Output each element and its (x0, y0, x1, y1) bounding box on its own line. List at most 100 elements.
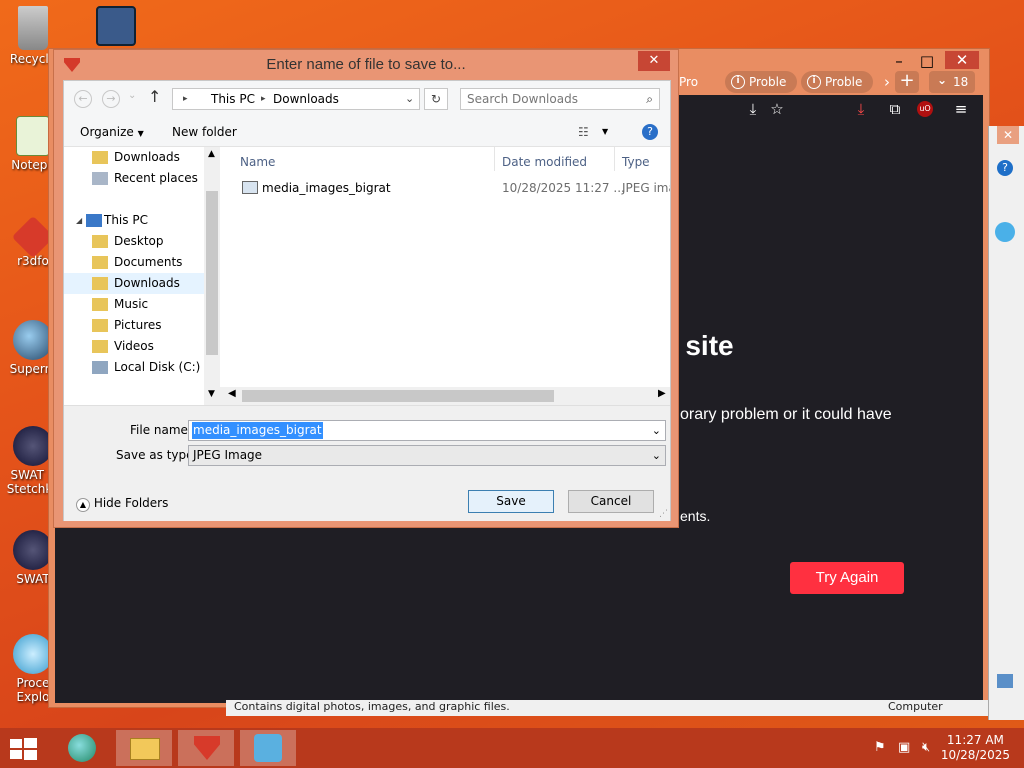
scrollbar-thumb[interactable] (206, 191, 218, 355)
nav-item-downloads-fav[interactable]: Downloads (64, 147, 204, 168)
r3dfox-icon (194, 736, 220, 760)
resize-grip-icon[interactable]: ⋰ (659, 509, 668, 519)
chevron-down-icon[interactable]: ⌄ (652, 421, 661, 440)
desktop-icon-label: SWAT (16, 572, 50, 586)
address-bar[interactable]: ▸ This PC ▸ Downloads ⌄ (172, 88, 420, 110)
browser-tab[interactable]: Pro ✕ (675, 71, 717, 111)
recent-places-icon (92, 172, 108, 185)
forward-arrow-icon[interactable]: → (102, 90, 120, 108)
organize-menu-button[interactable]: Organize ▼ (80, 117, 144, 149)
scroll-down-icon[interactable]: ▼ (208, 389, 215, 399)
tab-list-button[interactable]: ⌄ 18 (929, 71, 975, 93)
file-name-input[interactable]: media_images_bigrat ⌄ (188, 420, 666, 441)
menu-icon[interactable]: ≡ (951, 99, 971, 119)
system-clock[interactable]: 11:27 AM 10/28/2025 (941, 733, 1010, 763)
save-button[interactable]: Save (468, 490, 554, 513)
nav-item-label: Documents (114, 255, 183, 269)
chevron-down-icon[interactable]: ▼ (602, 117, 608, 147)
help-icon[interactable]: ? (642, 124, 658, 140)
star-icon[interactable]: ☆ (767, 99, 787, 119)
background-status-bar: Contains digital photos, images, and gra… (226, 700, 988, 716)
chevron-down-icon: ◢ (76, 216, 83, 225)
maximize-icon[interactable]: □ (917, 51, 937, 71)
breadcrumb-this-pc[interactable]: This PC (211, 89, 255, 109)
close-window-icon[interactable]: ✕ (945, 51, 979, 69)
nav-item-desktop[interactable]: Desktop (64, 231, 204, 252)
desktop-icon-settings[interactable] (88, 6, 144, 48)
browser-tab[interactable]: i Proble (725, 71, 797, 93)
dialog-title: Enter name of file to save to... (266, 56, 466, 73)
nav-item-label: Downloads (114, 276, 180, 290)
scroll-left-icon[interactable]: ◀ (228, 388, 236, 399)
browser-tab[interactable]: i Proble (801, 71, 873, 93)
ublock-icon[interactable]: uO (917, 101, 933, 117)
tab-count: 18 (953, 75, 969, 89)
dialog-close-button[interactable]: ✕ (638, 51, 670, 71)
nav-item-downloads[interactable]: Downloads (64, 273, 204, 294)
column-divider[interactable] (614, 147, 615, 171)
up-arrow-icon[interactable]: ↑ (148, 87, 161, 106)
chevron-right-icon[interactable]: › (877, 72, 897, 92)
nav-item-this-pc[interactable]: ◢ This PC (64, 210, 204, 231)
volume-muted-icon[interactable]: 🔇︎ (922, 740, 930, 755)
action-center-flag-icon[interactable]: ⚑ (874, 740, 886, 755)
view-options-icon[interactable]: ☷ (578, 117, 589, 147)
file-name-value: media_images_bigrat (192, 422, 323, 439)
globe-icon (13, 320, 53, 360)
nav-item-videos[interactable]: Videos (64, 336, 204, 357)
hide-folders-toggle[interactable]: ▲ Hide Folders (76, 496, 168, 512)
scroll-up-icon[interactable]: ▲ (208, 149, 215, 159)
tab-label: Proble (749, 75, 787, 89)
taskbar-item-file-explorer[interactable] (116, 730, 172, 766)
scrollbar-thumb[interactable] (242, 390, 554, 402)
nav-item-documents[interactable]: Documents (64, 252, 204, 273)
taskbar-item-r3dfox[interactable] (178, 730, 234, 766)
navigation-pane-scrollbar[interactable]: ▲ ▼ (204, 147, 220, 405)
column-header-type[interactable]: Type (622, 155, 650, 169)
image-file-icon (242, 181, 258, 194)
nav-item-label: Desktop (114, 234, 164, 248)
close-icon[interactable]: ✕ (997, 126, 1019, 144)
scroll-right-icon[interactable]: ▶ (658, 388, 666, 399)
refresh-icon[interactable]: ↻ (424, 88, 448, 110)
start-button[interactable] (10, 738, 38, 760)
help-icon[interactable]: ? (997, 160, 1013, 176)
save-page-icon[interactable]: ⤓ (743, 99, 763, 119)
globe-icon (68, 734, 96, 762)
new-tab-plus-icon[interactable]: + (895, 71, 919, 93)
column-header-name[interactable]: Name (240, 155, 275, 169)
minimize-icon[interactable]: – (889, 51, 909, 71)
nav-item-pictures[interactable]: Pictures (64, 315, 204, 336)
nav-item-label: Local Disk (C:) (114, 360, 201, 374)
taskbar-item-browser[interactable] (54, 730, 110, 766)
image-icon (997, 674, 1013, 688)
search-input[interactable]: Search Downloads ⌕ (460, 88, 660, 110)
recent-locations-chevron-icon[interactable]: ⌄ (128, 90, 136, 101)
new-folder-button[interactable]: New folder (172, 117, 237, 147)
save-as-type-select[interactable]: JPEG Image ⌄ (188, 445, 666, 466)
nav-item-label: Music (114, 297, 149, 311)
file-list-scrollbar[interactable]: ◀ ▶ (220, 387, 670, 405)
nav-item-music[interactable]: Music (64, 294, 204, 315)
save-as-type-label: Save as type: (116, 448, 198, 462)
column-divider[interactable] (494, 147, 495, 171)
address-dropdown-icon[interactable]: ⌄ (405, 89, 414, 109)
download-icon[interactable]: ⤓ (851, 99, 871, 119)
breadcrumb-chevron-icon: ▸ (261, 94, 266, 104)
back-arrow-icon[interactable]: ← (74, 90, 92, 108)
cancel-button[interactable]: Cancel (568, 490, 654, 513)
dialog-titlebar: Enter name of file to save to... ✕ (54, 50, 678, 80)
dialog-body: ← → ⌄ ↑ ▸ This PC ▸ Downloads ⌄ ↻ Search… (63, 80, 671, 521)
breadcrumb-downloads[interactable]: Downloads (273, 89, 339, 109)
nav-item-local-disk[interactable]: Local Disk (C:) (64, 357, 204, 378)
try-again-button[interactable]: Try Again (790, 562, 904, 594)
extensions-icon[interactable]: ⧉ (885, 99, 905, 119)
organize-label: Organize (80, 125, 134, 139)
nav-item-recent-places[interactable]: Recent places (64, 168, 204, 189)
column-header-date[interactable]: Date modified (502, 155, 587, 169)
taskbar-item-control-panel[interactable] (240, 730, 296, 766)
file-row[interactable]: media_images_bigrat 10/28/2025 11:27 ...… (236, 177, 670, 199)
desktop-icon-label: Proce Explo (16, 676, 50, 704)
network-icon[interactable]: ▣ (898, 740, 910, 755)
info-icon: i (807, 75, 821, 89)
